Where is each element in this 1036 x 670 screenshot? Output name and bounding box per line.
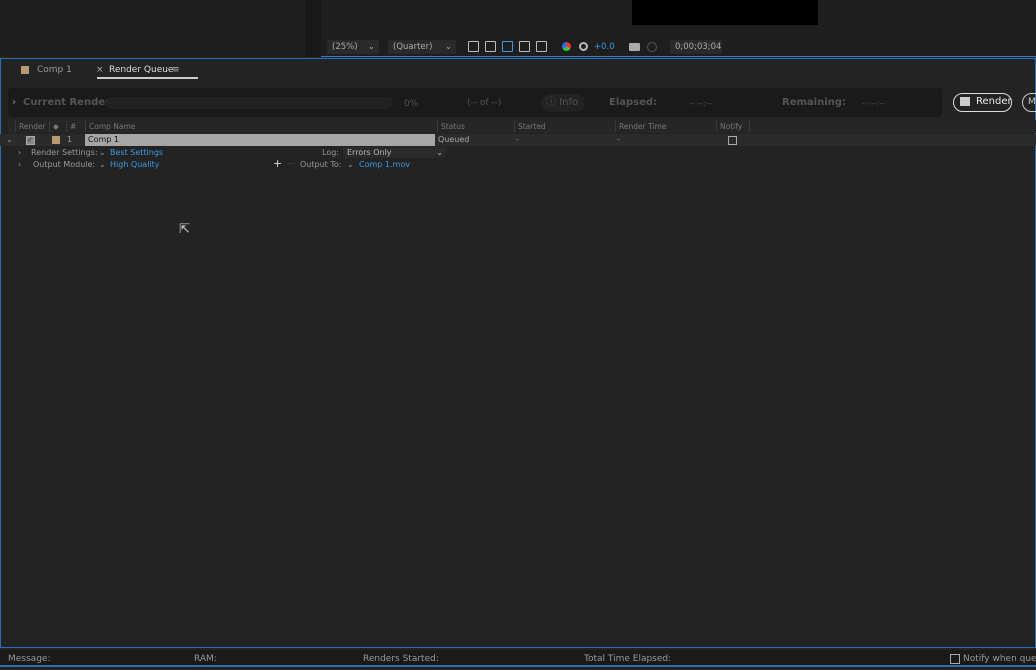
add-output-module-icon[interactable]: + [273, 158, 282, 170]
progress-percent: 0% [404, 99, 419, 109]
started-value: - [516, 135, 519, 144]
mouse-cursor-icon: ⇱ [179, 222, 190, 237]
exposure-reset-icon[interactable] [579, 42, 588, 51]
zoom-value: (25%) [332, 42, 358, 52]
output-to-link[interactable]: Comp 1.mov [359, 159, 410, 171]
output-to-label: Output To: [300, 160, 342, 169]
total-time-elapsed-label: Total Time Elapsed: [584, 654, 672, 664]
fast-previews-icon[interactable] [468, 41, 479, 52]
notify-checkbox[interactable] [728, 136, 737, 145]
status-value: Queued [438, 135, 470, 144]
column-label-tag-icon[interactable]: ◆ [49, 121, 64, 132]
info-label: Info [559, 97, 579, 108]
render-settings-dropdown-icon[interactable]: ⌄ [99, 147, 106, 159]
render-count: (-- of --) [467, 98, 502, 108]
column-started[interactable]: Started [514, 121, 614, 132]
chevron-down-icon: ⌄ [367, 42, 375, 52]
channel-icon[interactable] [562, 42, 571, 51]
media-encoder-button[interactable]: M [1022, 93, 1036, 112]
resolution-dropdown[interactable]: (Quarter) ⌄ [388, 40, 456, 54]
tab-comp-1[interactable]: Comp 1 [37, 65, 72, 75]
output-module-label: Output Module: [33, 160, 96, 169]
region-of-interest-icon[interactable] [519, 41, 530, 52]
log-value: Errors Only [347, 148, 392, 157]
message-label: Message: [8, 654, 51, 664]
render-settings-label: Render Settings: [31, 148, 98, 157]
panel-divider[interactable] [305, 0, 321, 57]
show-snapshot-icon[interactable] [647, 42, 657, 52]
column-number[interactable]: # [66, 121, 84, 132]
chevron-down-icon: ⌄ [444, 42, 452, 52]
comp-name[interactable]: Comp 1 [85, 134, 435, 146]
render-progress-bar [106, 97, 393, 109]
panel-menu-icon[interactable]: ≡ [172, 65, 180, 75]
render-button-label: Render [976, 96, 1012, 107]
info-button[interactable]: ⓘ Info [541, 94, 585, 112]
mask-visibility-icon[interactable] [502, 41, 513, 52]
timecode[interactable]: 0;00;03;04 [670, 40, 722, 54]
log-dropdown[interactable]: Errors Only ⌄ [343, 147, 446, 158]
remaining-label: Remaining: [782, 97, 846, 108]
status-bar [0, 650, 1036, 667]
project-panel [0, 0, 305, 57]
column-render-time[interactable]: Render Time [615, 121, 715, 132]
info-icon: ⓘ [546, 97, 556, 108]
render-button[interactable]: Render [953, 93, 1012, 112]
output-to-dropdown-icon[interactable]: ⌄ [347, 159, 354, 171]
notify-when-done-label[interactable]: Notify when queue [963, 654, 1036, 664]
renders-started-label: Renders Started: [363, 654, 439, 664]
composition-canvas [632, 0, 818, 25]
chevron-right-icon[interactable]: › [12, 97, 16, 108]
tab-render-queue[interactable]: Render Queue [97, 65, 199, 79]
queue-number: 1 [67, 135, 73, 144]
chevron-down-icon: ⌄ [436, 148, 443, 157]
render-checkbox[interactable]: ✓ [26, 136, 35, 145]
log-label: Log: [322, 148, 339, 157]
output-module-dropdown-icon[interactable]: ⌄ [99, 159, 106, 171]
media-encoder-label: M [1028, 97, 1036, 107]
output-module-link[interactable]: High Quality [110, 159, 160, 171]
column-render[interactable]: Render [15, 121, 47, 132]
elapsed-value: --:--:-- [689, 99, 712, 108]
remaining-value: --:--:-- [862, 99, 885, 108]
exposure-value[interactable]: +0.0 [594, 42, 615, 52]
notify-when-done-checkbox[interactable] [950, 654, 960, 664]
column-status[interactable]: Status [437, 121, 514, 132]
current-render-label: Current Render [23, 97, 110, 108]
tab-label: Comp 1 [37, 65, 72, 75]
snapshot-icon[interactable] [629, 43, 640, 51]
guides-icon[interactable] [536, 41, 547, 52]
render-settings-link[interactable]: Best Settings [110, 147, 163, 159]
chevron-right-icon[interactable]: › [18, 159, 21, 171]
expand-chevron-icon[interactable]: ⌄ [6, 134, 13, 146]
chevron-right-icon[interactable]: › [18, 147, 21, 159]
resolution-value: (Quarter) [393, 42, 433, 52]
column-comp-name[interactable]: Comp Name [85, 121, 436, 132]
render-icon [960, 97, 970, 106]
column-notify[interactable]: Notify [716, 121, 750, 132]
render-time-value: - [617, 135, 620, 144]
label-color-swatch[interactable] [52, 136, 60, 144]
composition-icon [21, 66, 29, 74]
tab-label: Render Queue [109, 65, 174, 75]
ram-label: RAM: [194, 654, 217, 664]
zoom-dropdown[interactable]: (25%) ⌄ [327, 40, 379, 54]
remove-output-module-icon[interactable]: — [287, 158, 295, 170]
transparency-grid-icon[interactable] [485, 41, 496, 52]
elapsed-label: Elapsed: [609, 97, 658, 108]
